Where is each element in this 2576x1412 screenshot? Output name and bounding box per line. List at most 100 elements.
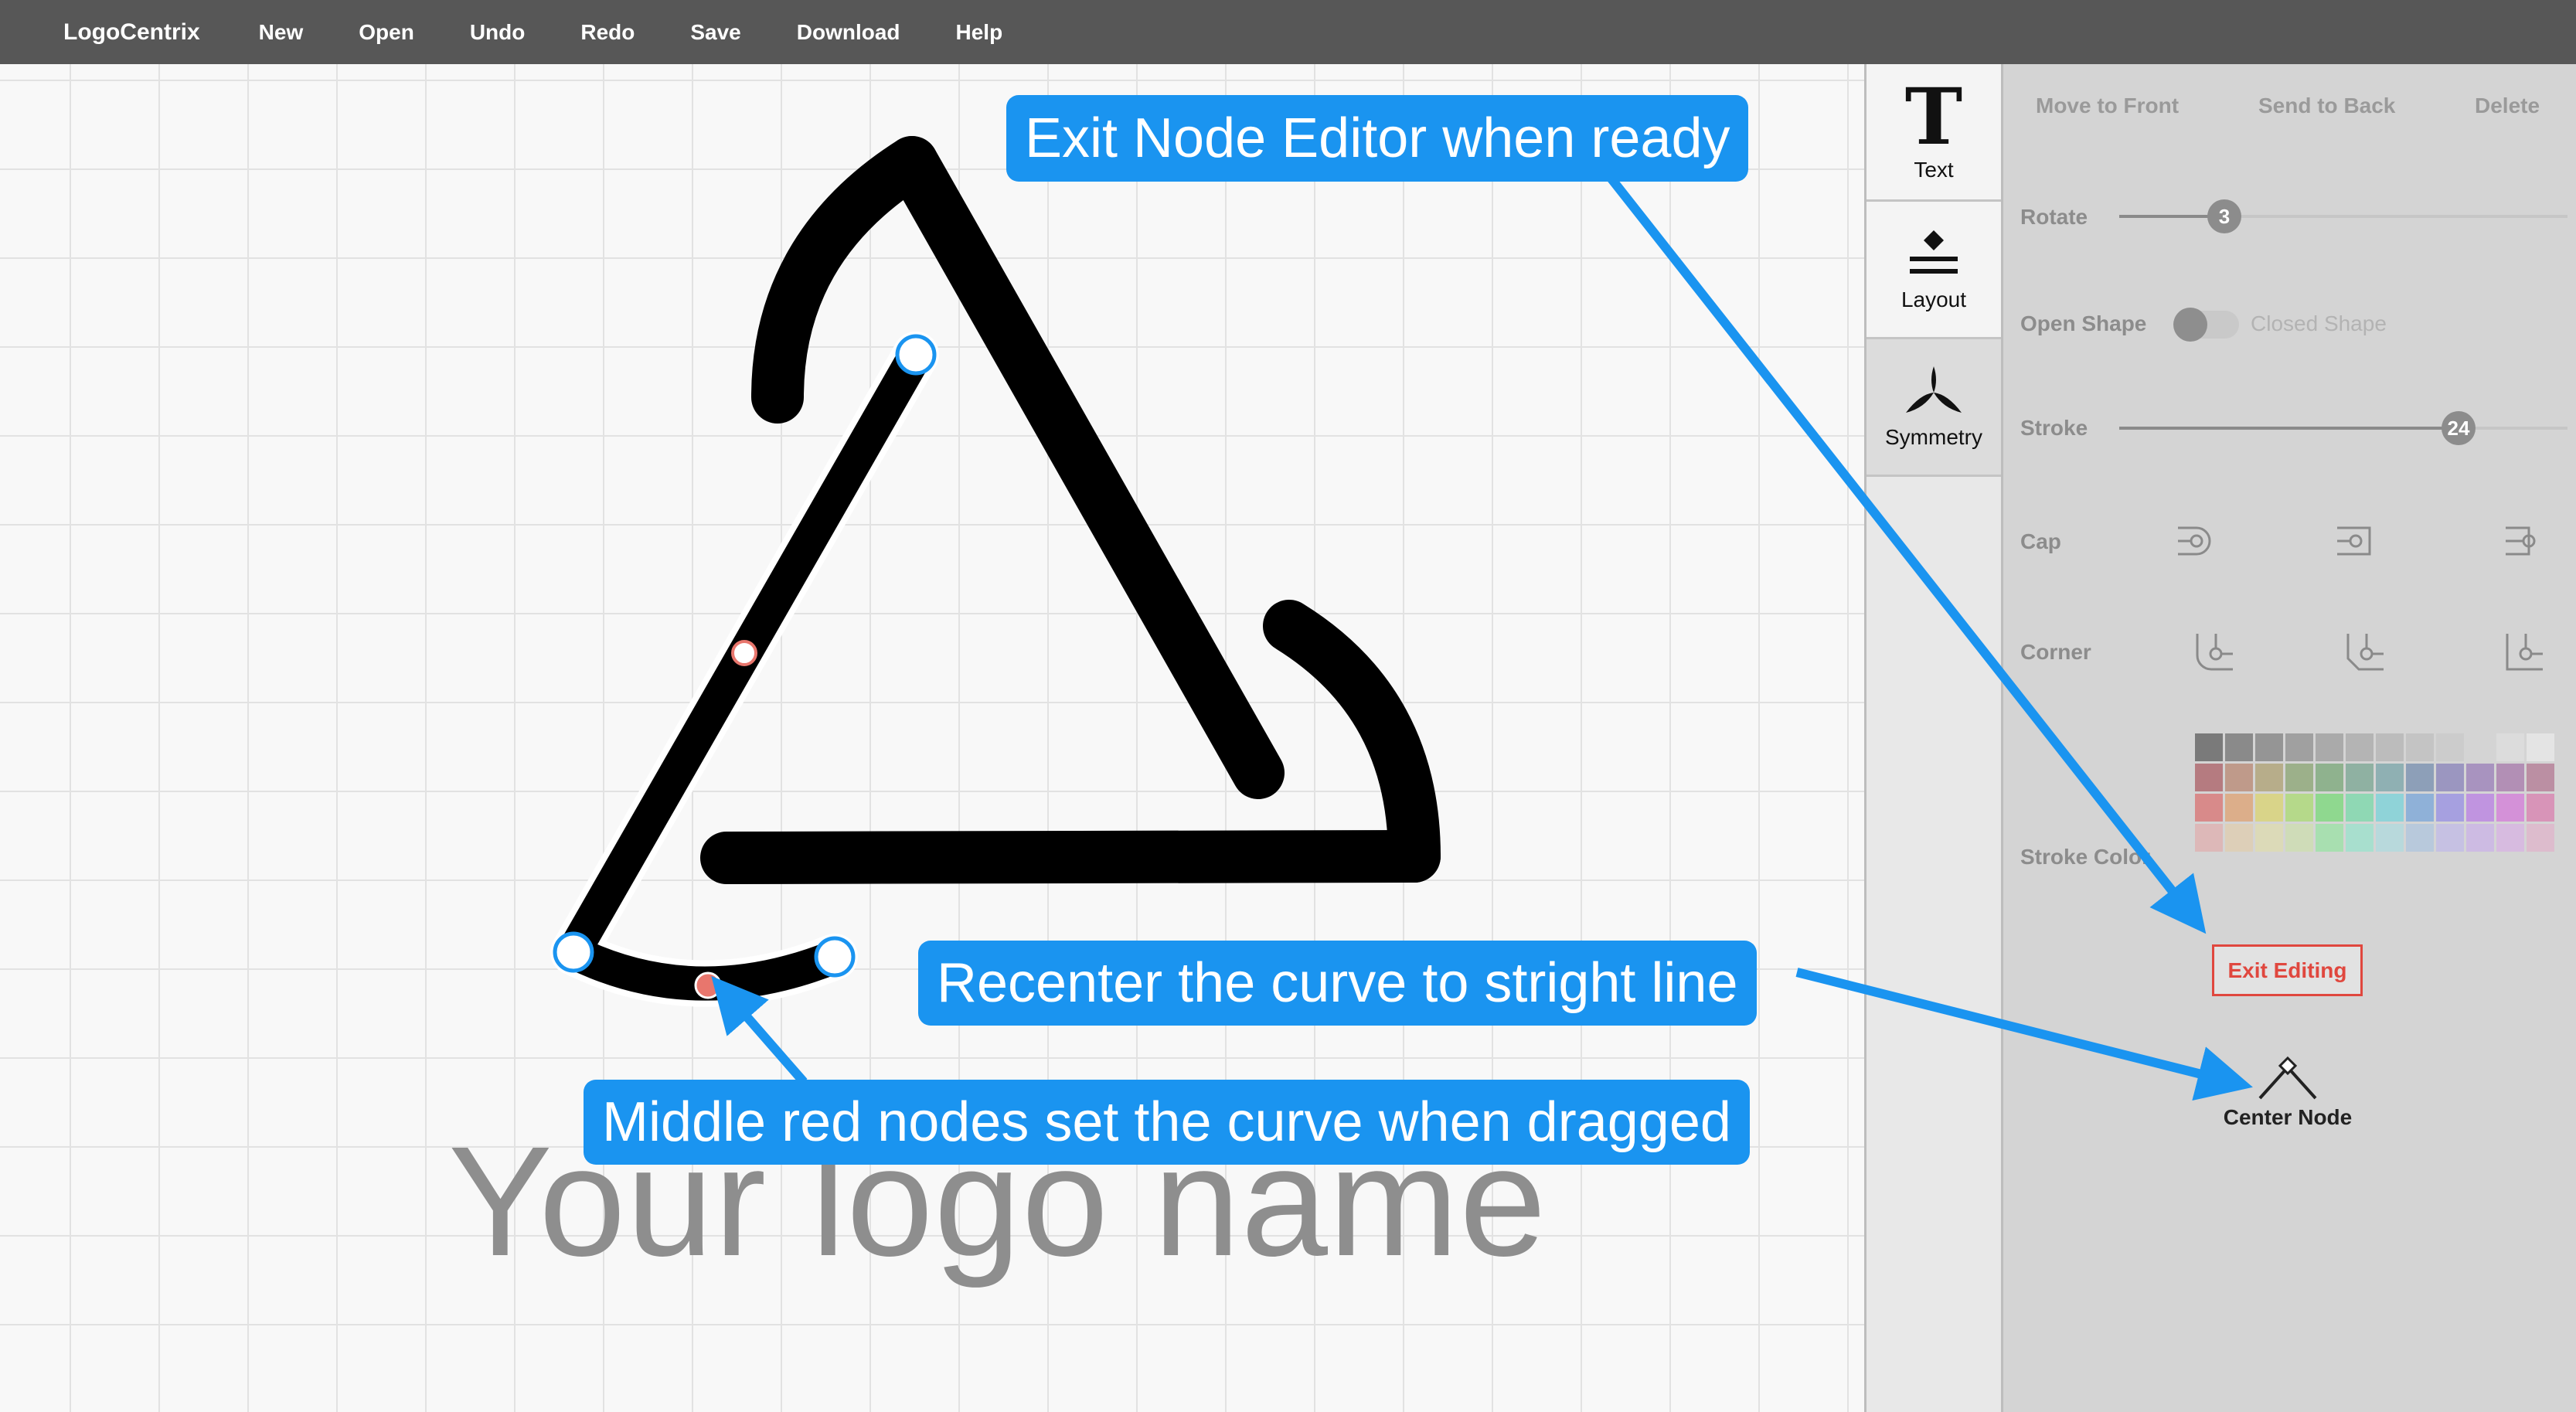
color-swatch[interactable] [2376,824,2404,852]
tool-label: Symmetry [1885,424,1982,449]
menu-undo[interactable]: Undo [442,12,553,53]
round-corner-icon[interactable] [2193,631,2236,674]
curve-control-node[interactable] [731,640,757,666]
color-swatch[interactable] [2496,764,2524,791]
rotate-slider-handle[interactable]: 3 [2207,199,2241,233]
color-swatch[interactable] [2406,824,2434,852]
rotate-slider-track[interactable] [2220,215,2567,218]
curve-control-node-active[interactable] [694,971,722,999]
color-swatch[interactable] [2376,794,2404,822]
color-swatch[interactable] [2225,824,2253,852]
tool-strip: T Text Layout Symmetry [1864,64,2003,1412]
callout-exit-node-editor: Exit Node Editor when ready [1006,95,1749,182]
bevel-corner-icon[interactable] [2343,631,2387,674]
design-canvas[interactable]: Your logo name [0,64,1864,1412]
color-swatch[interactable] [2225,794,2253,822]
color-swatch[interactable] [2406,733,2434,761]
app-logo: LogoCentrix [63,19,200,45]
color-swatch[interactable] [2466,733,2494,761]
color-swatch[interactable] [2225,764,2253,791]
color-swatch[interactable] [2527,764,2554,791]
color-swatch[interactable] [2255,794,2283,822]
anchor-node[interactable] [895,334,937,376]
color-swatch[interactable] [2195,824,2223,852]
cap-label: Cap [2020,529,2061,553]
color-swatch[interactable] [2496,824,2524,852]
miter-corner-icon[interactable] [2503,631,2546,674]
color-swatch[interactable] [2346,764,2374,791]
menu-help[interactable]: Help [928,12,1031,53]
color-swatch[interactable] [2285,764,2313,791]
center-node-button[interactable]: Center Node [2210,1055,2365,1130]
exit-editing-button[interactable]: Exit Editing [2212,944,2363,996]
square-cap-icon[interactable] [2334,522,2377,560]
move-to-front-button[interactable]: Move to Front [2036,94,2179,118]
menu-save[interactable]: Save [662,12,768,53]
corner-label: Corner [2020,640,2091,664]
color-swatch[interactable] [2436,794,2464,822]
tool-label: Layout [1901,287,1967,311]
anchor-node[interactable] [814,936,856,978]
color-swatch[interactable] [2346,733,2374,761]
color-swatch[interactable] [2316,764,2343,791]
color-swatch[interactable] [2436,764,2464,791]
color-swatch[interactable] [2285,733,2313,761]
color-swatch[interactable] [2285,794,2313,822]
shape-toggle-knob[interactable] [2173,308,2207,342]
color-swatch[interactable] [2255,764,2283,791]
butt-cap-icon[interactable] [2503,522,2546,560]
color-swatch[interactable] [2346,794,2374,822]
menu-download[interactable]: Download [769,12,928,53]
color-swatch[interactable] [2255,824,2283,852]
color-swatch[interactable] [2436,824,2464,852]
callout-middle-red-nodes: Middle red nodes set the curve when drag… [584,1080,1750,1165]
send-to-back-button[interactable]: Send to Back [2258,94,2395,118]
color-swatch[interactable] [2346,824,2374,852]
center-node-label: Center Node [2223,1105,2353,1129]
tool-symmetry[interactable]: Symmetry [1866,339,2001,477]
color-swatch[interactable] [2316,733,2343,761]
color-swatch[interactable] [2466,764,2494,791]
color-swatch[interactable] [2527,794,2554,822]
stroke-slider-handle[interactable]: 24 [2442,411,2476,445]
shape-stroke-bottom-edge[interactable] [700,830,1441,884]
closed-shape-label: Closed Shape [2251,311,2387,335]
shape-stroke-right-edge[interactable] [886,136,1285,799]
menu-open[interactable]: Open [331,12,442,53]
round-cap-icon[interactable] [2175,522,2218,560]
rotate-label: Rotate [2020,205,2088,229]
color-swatch[interactable] [2406,794,2434,822]
edited-path[interactable] [556,338,933,1001]
color-swatch[interactable] [2225,733,2253,761]
shape-stroke-lower-arc[interactable] [1263,600,1441,883]
tool-label: Text [1914,157,1954,182]
color-swatch[interactable] [2466,824,2494,852]
color-swatch[interactable] [2496,733,2524,761]
color-swatch[interactable] [2316,824,2343,852]
menu-redo[interactable]: Redo [553,12,662,53]
color-swatch[interactable] [2527,733,2554,761]
rotate-slider-fill [2119,215,2220,218]
layout-icon [1910,230,1958,274]
color-swatch[interactable] [2496,794,2524,822]
tool-layout[interactable]: Layout [1866,202,2001,339]
stroke-color-label: Stroke Color [2020,845,2151,869]
color-swatch[interactable] [2376,733,2404,761]
color-swatch[interactable] [2316,794,2343,822]
color-swatch[interactable] [2195,764,2223,791]
color-swatch[interactable] [2376,764,2404,791]
anchor-node[interactable] [553,931,594,973]
symmetry-icon [1906,366,1962,413]
color-swatch[interactable] [2195,733,2223,761]
color-swatch[interactable] [2436,733,2464,761]
tool-text[interactable]: T Text [1866,64,2001,202]
color-swatch[interactable] [2255,733,2283,761]
color-swatch[interactable] [2195,794,2223,822]
color-swatch[interactable] [2527,824,2554,852]
delete-button[interactable]: Delete [2475,94,2540,118]
color-swatch[interactable] [2285,824,2313,852]
stroke-label: Stroke [2020,416,2088,440]
menu-new[interactable]: New [231,12,332,53]
color-swatch[interactable] [2406,764,2434,791]
color-swatch[interactable] [2466,794,2494,822]
